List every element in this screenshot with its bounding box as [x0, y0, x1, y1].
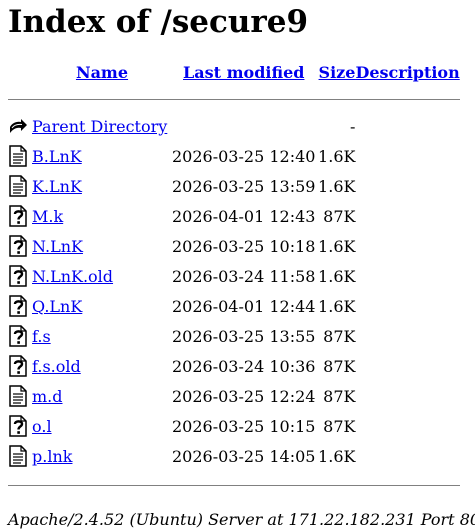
- file-date: 2026-03-24 11:58: [172, 267, 316, 286]
- file-date: 2026-03-25 13:55: [172, 327, 316, 346]
- unknown-file-icon: [8, 355, 28, 377]
- file-date: 2026-03-25 10:18: [172, 237, 316, 256]
- file-size: 1.6K: [318, 267, 356, 286]
- file-row: f.s.old 2026-03-24 10:36 87K: [8, 352, 460, 382]
- file-description: [355, 382, 459, 412]
- file-size: 87K: [323, 327, 356, 346]
- file-date: 2026-04-01 12:43: [172, 207, 316, 226]
- file-size: 1.6K: [318, 297, 356, 316]
- page-title: Index of /secure9: [8, 4, 309, 40]
- size-column-header: Size: [315, 60, 356, 86]
- sort-by-last-modified-link[interactable]: Last modified: [183, 63, 304, 82]
- file-date: 2026-03-24 10:36: [172, 357, 316, 376]
- file-link[interactable]: B.LnK: [32, 147, 82, 166]
- unknown-file-icon: [8, 235, 28, 257]
- parent-directory-row: Parent Directory -: [8, 112, 460, 142]
- file-row: p.lnk 2026-03-25 14:05 1.6K: [8, 442, 460, 472]
- header-separator-row: [8, 86, 460, 112]
- file-description: [355, 172, 459, 202]
- file-row: M.k 2026-04-01 12:43 87K: [8, 202, 460, 232]
- file-description: [355, 142, 459, 172]
- file-date: 2026-04-01 12:44: [172, 297, 316, 316]
- file-description: [355, 352, 459, 382]
- file-entries: B.LnK 2026-03-25 12:40 1.6K K.LnK 2026-03-25…: [8, 142, 460, 472]
- file-description: [355, 262, 459, 292]
- back-arrow-icon: [8, 115, 28, 137]
- footer-separator-row: [8, 472, 460, 498]
- text-file-icon: [8, 445, 28, 467]
- text-file-icon: [8, 145, 28, 167]
- file-row: B.LnK 2026-03-25 12:40 1.6K: [8, 142, 460, 172]
- file-row: N.LnK 2026-03-25 10:18 1.6K: [8, 232, 460, 262]
- file-link[interactable]: N.LnK: [32, 237, 83, 256]
- file-size: 1.6K: [318, 237, 356, 256]
- unknown-file-icon: [8, 265, 28, 287]
- parent-size: -: [350, 117, 356, 136]
- unknown-file-icon: [8, 295, 28, 317]
- file-link[interactable]: Q.LnK: [32, 297, 82, 316]
- file-link[interactable]: o.l: [32, 417, 52, 436]
- text-file-icon: [8, 175, 28, 197]
- file-link[interactable]: N.LnK.old: [32, 267, 113, 286]
- sort-by-size-link[interactable]: Size: [319, 63, 356, 82]
- file-description: [355, 412, 459, 442]
- file-size: 87K: [323, 417, 356, 436]
- file-size: 87K: [323, 207, 356, 226]
- file-link[interactable]: K.LnK: [32, 177, 82, 196]
- file-row: Q.LnK 2026-04-01 12:44 1.6K: [8, 292, 460, 322]
- file-description: [355, 322, 459, 352]
- file-size: 87K: [323, 357, 356, 376]
- footer-rule: [8, 484, 460, 486]
- file-row: o.l 2026-03-25 10:15 87K: [8, 412, 460, 442]
- file-date: 2026-03-25 10:15: [172, 417, 316, 436]
- file-table: Name Last modified Size Description Pare…: [8, 60, 460, 498]
- file-row: K.LnK 2026-03-25 13:59 1.6K: [8, 172, 460, 202]
- header-rule: [8, 98, 460, 100]
- sort-by-name-link[interactable]: Name: [76, 63, 128, 82]
- parent-directory-link[interactable]: Parent Directory: [32, 117, 167, 136]
- file-link[interactable]: p.lnk: [32, 447, 72, 466]
- server-signature: Apache/2.4.52 (Ubuntu) Server at 171.22.…: [8, 510, 475, 529]
- description-column-header: Description: [355, 60, 459, 86]
- table-header-row: Name Last modified Size Description: [8, 60, 460, 86]
- file-description: [355, 232, 459, 262]
- file-row: m.d 2026-03-25 12:24 87K: [8, 382, 460, 412]
- name-column-header: Name: [32, 60, 172, 86]
- file-size: 1.6K: [318, 177, 356, 196]
- file-date: 2026-03-25 14:05: [172, 447, 316, 466]
- unknown-file-icon: [8, 325, 28, 347]
- last-modified-column-header: Last modified: [172, 60, 315, 86]
- unknown-file-icon: [8, 415, 28, 437]
- file-size: 87K: [323, 387, 356, 406]
- file-link[interactable]: f.s.old: [32, 357, 81, 376]
- file-link[interactable]: m.d: [32, 387, 63, 406]
- file-row: N.LnK.old 2026-03-24 11:58 1.6K: [8, 262, 460, 292]
- file-description: [355, 292, 459, 322]
- file-size: 1.6K: [318, 447, 356, 466]
- file-link[interactable]: M.k: [32, 207, 63, 226]
- directory-listing-page: Index of /secure9 Name Last modified Siz…: [0, 4, 475, 529]
- file-date: 2026-03-25 12:24: [172, 387, 316, 406]
- file-description: [355, 202, 459, 232]
- icon-column-header: [8, 60, 32, 86]
- unknown-file-icon: [8, 205, 28, 227]
- file-size: 1.6K: [318, 147, 356, 166]
- text-file-icon: [8, 385, 28, 407]
- file-date: 2026-03-25 13:59: [172, 177, 316, 196]
- file-date: 2026-03-25 12:40: [172, 147, 316, 166]
- file-row: f.s 2026-03-25 13:55 87K: [8, 322, 460, 352]
- file-link[interactable]: f.s: [32, 327, 51, 346]
- file-description: [355, 442, 459, 472]
- sort-by-description-link[interactable]: Description: [355, 63, 459, 82]
